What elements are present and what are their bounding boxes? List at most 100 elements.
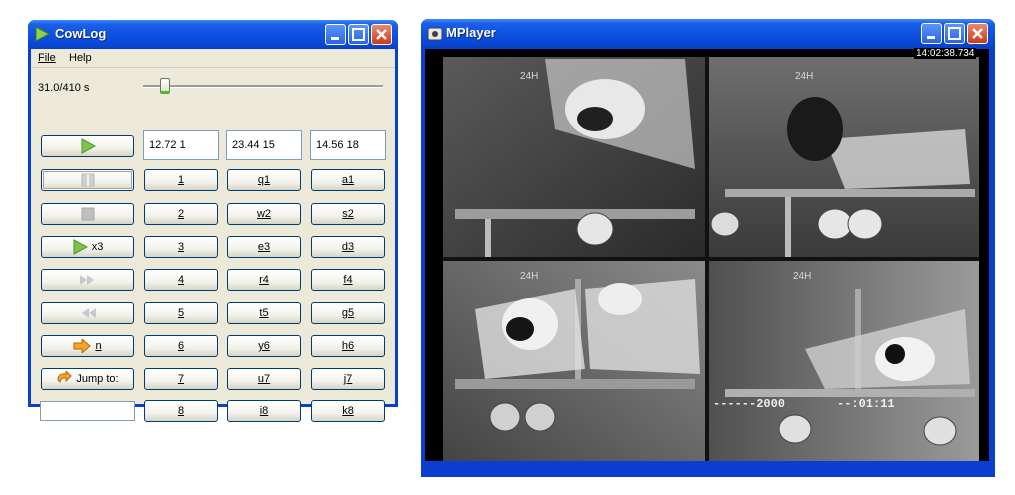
minimize-button[interactable] (325, 24, 346, 45)
cowlog-client: File Help 31.0/410 s x3 n Jump to: 12.72… (31, 49, 395, 422)
cowlog-titlebar[interactable]: CowLog (28, 20, 398, 49)
key-button-2[interactable]: 2 (144, 203, 218, 225)
key-button-7[interactable]: 7 (144, 368, 218, 390)
cowlog-window: CowLog File Help 31.0/410 s x3 n Jump to… (28, 20, 398, 422)
key-label: g5 (341, 307, 355, 319)
key-label: e3 (257, 241, 271, 253)
maximize-button[interactable] (348, 24, 369, 45)
osd-timestamp: 14:02:38.734 (914, 48, 977, 59)
key-label: y6 (258, 340, 270, 352)
close-button[interactable] (967, 23, 988, 44)
key-button-6[interactable]: 6 (144, 335, 218, 357)
key-label: 5 (177, 307, 185, 319)
maximize-icon (352, 28, 365, 41)
key-button-1[interactable]: 1 (144, 169, 218, 191)
jump-arrow-icon (57, 371, 73, 384)
key-label: u7 (257, 373, 271, 385)
minimize-icon (927, 36, 935, 39)
fast-forward-icon (79, 275, 94, 285)
jump-to-input[interactable] (40, 401, 135, 421)
key-label: 4 (177, 274, 185, 286)
play-button[interactable] (41, 135, 134, 157)
key-button-i8[interactable]: i8 (227, 400, 301, 422)
key-label: 2 (177, 208, 185, 220)
pause-icon (81, 173, 94, 187)
osd-overlay-right: --:01:11 (837, 397, 895, 411)
mplayer-logo-icon (427, 27, 443, 41)
cam-label-2: 24H (795, 71, 814, 82)
key-button-e3[interactable]: e3 (227, 236, 301, 258)
key-button-s2[interactable]: s2 (311, 203, 385, 225)
mplayer-window: MPlayer 24H 24H 24H 24H ------2000 --:01… (421, 19, 995, 477)
time-readout: 31.0/410 s (38, 82, 90, 94)
jump-to-button[interactable]: Jump to: (41, 368, 134, 390)
app-play-icon (35, 26, 50, 42)
key-button-g5[interactable]: g5 (311, 302, 385, 324)
maximize-icon (948, 27, 961, 40)
key-label: w2 (256, 208, 272, 220)
key-button-q1[interactable]: q1 (227, 169, 301, 191)
rewind-icon (81, 308, 96, 318)
mplayer-titlebar[interactable]: MPlayer (421, 19, 995, 48)
close-icon (972, 28, 983, 39)
slider-track (143, 85, 383, 88)
rewind-button[interactable] (41, 302, 134, 324)
key-label: i8 (259, 405, 269, 417)
key-button-5[interactable]: 5 (144, 302, 218, 324)
menu-bar: File Help (31, 49, 395, 68)
play-x3-label: x3 (91, 241, 104, 253)
key-button-u7[interactable]: u7 (227, 368, 301, 390)
key-button-3[interactable]: 3 (144, 236, 218, 258)
key-label: j7 (343, 373, 353, 385)
key-label: h6 (341, 340, 355, 352)
arrow-right-icon (73, 339, 92, 353)
position-slider[interactable] (143, 77, 383, 97)
key-button-w2[interactable]: w2 (227, 203, 301, 225)
key-label: q1 (257, 174, 271, 186)
menu-help[interactable]: Help (69, 52, 92, 64)
key-label: 1 (177, 174, 185, 186)
next-label: n (95, 340, 102, 352)
play-x3-button[interactable]: x3 (41, 236, 134, 258)
key-label: f4 (343, 274, 353, 286)
close-button[interactable] (371, 24, 392, 45)
osd-overlay-left: ------2000 (713, 397, 786, 411)
key-button-k8[interactable]: k8 (311, 400, 385, 422)
key-button-j7[interactable]: j7 (311, 368, 385, 390)
play-fast-icon (73, 239, 88, 255)
key-label: 3 (177, 241, 185, 253)
key-button-h6[interactable]: h6 (311, 335, 385, 357)
key-label: 6 (177, 340, 185, 352)
slider-thumb[interactable] (160, 78, 170, 94)
pause-button[interactable] (41, 169, 134, 191)
cam-label-1: 24H (520, 71, 539, 82)
next-button[interactable]: n (41, 335, 134, 357)
key-button-t5[interactable]: t5 (227, 302, 301, 324)
window-title: MPlayer (446, 25, 496, 40)
maximize-button[interactable] (944, 23, 965, 44)
stop-button[interactable] (41, 203, 134, 225)
video-area[interactable]: 24H 24H 24H 24H ------2000 --:01:11 (425, 49, 989, 461)
key-label: 7 (177, 373, 185, 385)
key-label: 8 (177, 405, 185, 417)
code-field-1[interactable]: 12.72 1 (143, 130, 219, 160)
key-button-f4[interactable]: f4 (311, 269, 385, 291)
key-button-a1[interactable]: a1 (311, 169, 385, 191)
minimize-button[interactable] (921, 23, 942, 44)
code-field-2[interactable]: 23.44 15 (226, 130, 302, 160)
key-button-r4[interactable]: r4 (227, 269, 301, 291)
minimize-icon (331, 37, 339, 40)
stop-icon (81, 207, 94, 221)
key-button-8[interactable]: 8 (144, 400, 218, 422)
cam-label-4: 24H (793, 271, 812, 282)
key-button-4[interactable]: 4 (144, 269, 218, 291)
fast-forward-button[interactable] (41, 269, 134, 291)
key-label: a1 (341, 174, 355, 186)
key-button-d3[interactable]: d3 (311, 236, 385, 258)
key-button-y6[interactable]: y6 (227, 335, 301, 357)
code-field-3[interactable]: 14.56 18 (310, 130, 386, 160)
key-label: k8 (342, 405, 354, 417)
menu-file[interactable]: File (38, 52, 56, 64)
play-icon (81, 138, 96, 154)
key-label: r4 (259, 274, 269, 286)
